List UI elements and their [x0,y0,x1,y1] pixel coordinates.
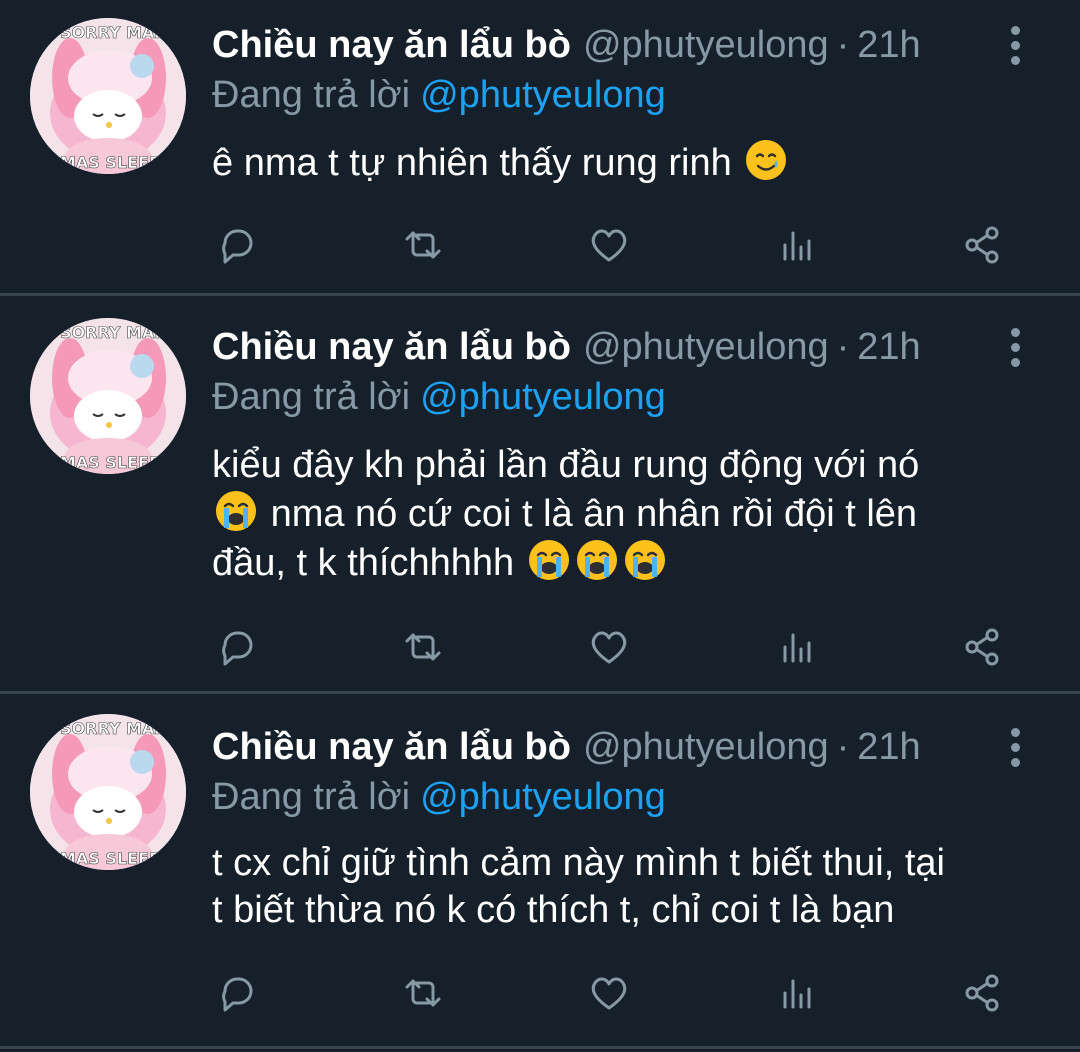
reply-icon [222,977,253,1012]
reply-mention-link[interactable]: @phutyeulong [420,376,666,418]
display-name[interactable]: Chiều nay ăn lẩu bò [212,726,571,768]
tweet-header: Chiều nay ăn lẩu bò @phutyeulong · 21h [212,320,960,374]
avatar[interactable]: SORRY MAN MAS SLEEP [30,714,186,870]
separator-dot: · [836,326,850,368]
tweet[interactable]: SORRY MAN MAS SLEEP Chiều nay ăn lẩu bò @… [0,0,1080,294]
tweet-text: ê nma t tự nhiên thấy rung rinh [212,138,1020,187]
smiling-face-with-tear-icon [746,140,787,180]
analytics-button[interactable] [772,220,822,270]
retweet-button[interactable] [398,622,448,672]
tweet-text-line: t biết thừa nó k có thích t, chỉ coi t l… [212,889,895,931]
avatar-text-bottom: MAS SLEEP [60,153,161,172]
username[interactable]: @phutyeulong [583,326,829,368]
heart-icon [591,977,627,1010]
avatar[interactable]: SORRY MAN MAS SLEEP [30,18,186,174]
like-button[interactable] [584,220,634,270]
tweet-actions [212,220,1012,270]
share-button[interactable] [957,220,1007,270]
loudly-crying-face-icon [576,540,617,580]
reply-prefix: Đang trả lời [212,74,411,116]
tweet-text-line: ê nma t tự nhiên thấy rung rinh [212,142,732,184]
display-name[interactable]: Chiều nay ăn lẩu bò [212,24,571,66]
separator-dot: · [836,726,850,768]
tweet-header: Chiều nay ăn lẩu bò @phutyeulong · 21h [212,720,960,774]
retweet-button[interactable] [398,220,448,270]
analytics-button[interactable] [772,968,822,1018]
tweet-actions [212,622,1012,672]
reply-mention-link[interactable]: @phutyeulong [420,776,666,818]
timestamp[interactable]: 21h [857,326,920,368]
avatar[interactable]: SORRY MAN MAS SLEEP [30,318,186,474]
reply-button[interactable] [212,622,262,672]
retweet-icon [405,231,441,259]
timestamp[interactable]: 21h [857,24,920,66]
share-button[interactable] [957,622,1007,672]
heart-icon [591,631,627,664]
like-button[interactable] [584,968,634,1018]
tweet-text-line: t cx chỉ giữ tình cảm này mình t biết th… [212,842,945,884]
retweet-button[interactable] [398,968,448,1018]
more-vertical-icon[interactable] [1000,20,1030,70]
avatar-text-bottom: MAS SLEEP [60,849,161,868]
reply-context: Đang trả lời @phutyeulong [212,372,666,422]
avatar-text-top: SORRY MAN [60,323,168,342]
tweet-text-line: đầu, t k thíchhhhh [212,542,515,584]
loudly-crying-face-icon [624,540,665,580]
reply-context: Đang trả lời @phutyeulong [212,70,666,120]
avatar-text-bottom: MAS SLEEP [60,453,161,472]
reply-button[interactable] [212,220,262,270]
reply-prefix: Đang trả lời [212,376,411,418]
retweet-icon [405,633,441,661]
tweet-text-line-wrap: đầu, t k thíchhhhh [212,538,1020,587]
like-button[interactable] [584,622,634,672]
tweet-text: t cx chỉ giữ tình cảm này mình t biết th… [212,840,1020,934]
retweet-icon [405,979,441,1007]
analytics-icon [783,633,811,663]
tweet-header: Chiều nay ăn lẩu bò @phutyeulong · 21h [212,18,960,72]
tweet[interactable]: SORRY MAN MAS SLEEP Chiều nay ăn lẩu bò @… [0,296,1080,690]
analytics-icon [783,231,811,261]
tweet-actions [212,968,1012,1018]
analytics-button[interactable] [772,622,822,672]
timestamp[interactable]: 21h [857,726,920,768]
share-icon [965,226,999,264]
tweet-text-line: nma nó cứ coi t là ân nhân rồi đội t lên [270,493,918,535]
reply-mention-link[interactable]: @phutyeulong [420,74,666,116]
reply-button[interactable] [212,968,262,1018]
reply-icon [222,229,253,264]
tweet-text-line-wrap: nma nó cứ coi t là ân nhân rồi đội t lên [212,489,1020,538]
reply-icon [222,631,253,666]
separator-dot: · [836,24,850,66]
loudly-crying-face-icon [216,491,256,531]
username[interactable]: @phutyeulong [583,726,829,768]
share-icon [965,974,999,1012]
tweet-feed: SORRY MAN MAS SLEEP Chiều nay ăn lẩu bò @… [0,0,1080,1052]
share-icon [965,628,999,666]
username[interactable]: @phutyeulong [583,24,829,66]
loudly-crying-face-icon [528,540,569,580]
more-vertical-icon[interactable] [1000,322,1030,372]
more-vertical-icon[interactable] [1000,722,1030,772]
reply-context: Đang trả lời @phutyeulong [212,772,666,822]
reply-prefix: Đang trả lời [212,776,411,818]
tweet[interactable]: SORRY MAN MAS SLEEP Chiều nay ăn lẩu bò @… [0,694,1080,1048]
divider [0,1046,1080,1049]
tweet-text: kiểu đây kh phải lần đầu rung động với n… [212,442,1020,587]
display-name[interactable]: Chiều nay ăn lẩu bò [212,326,571,368]
avatar-text-top: SORRY MAN [60,23,168,42]
heart-icon [591,229,627,262]
tweet-text-line: kiểu đây kh phải lần đầu rung động với n… [212,444,920,486]
share-button[interactable] [957,968,1007,1018]
analytics-icon [783,979,811,1009]
avatar-text-top: SORRY MAN [60,719,168,738]
